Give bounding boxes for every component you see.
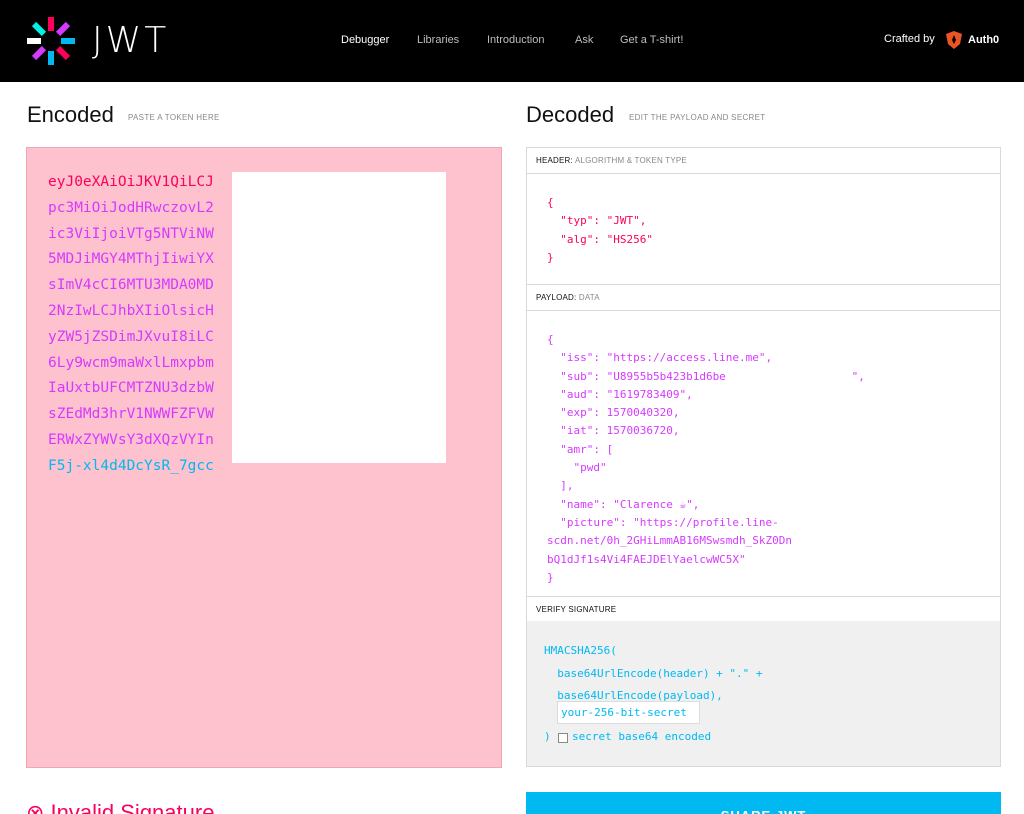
token-line: ERWxZYWVsY3dXQzVYIn: [48, 432, 214, 448]
code-line: ],: [547, 479, 574, 493]
decoded-title: Decoded: [526, 102, 615, 127]
token-line: 2NzIwLCJhbXIiOlsicH: [48, 303, 214, 319]
nav-item-debugger[interactable]: Debugger: [341, 34, 389, 46]
token-line: IaUxtbUFCMTZNU3dzbW: [48, 380, 214, 397]
code-line: scdn.net/0h_2GHiLmmAB16MSwsmdh_SkZ0Dn: [547, 534, 793, 548]
code-line: base64UrlEncode(header) + "." +: [544, 666, 763, 680]
header-label: HEADER:: [536, 156, 573, 165]
secret-input[interactable]: your-256-bit-secret: [557, 701, 700, 724]
code-line: "iss": "https://access.line.me",: [547, 351, 773, 365]
payload-label: PAYLOAD:: [536, 293, 577, 302]
code-line: HMACSHA256(: [544, 644, 617, 657]
payload-section-label: PAYLOAD: DATA: [527, 285, 1000, 311]
code-line: "amr": [: [547, 442, 614, 456]
code-line: "aud": "1619783409",: [547, 387, 693, 401]
nav-item-ask[interactable]: Ask: [575, 34, 593, 46]
code-line: bQ1dJf1s4Vi4FAEJDElYaelcwWC5X": [547, 552, 746, 566]
token-line: eyJ0eXAiOiJKV1QiLCJ: [48, 174, 214, 190]
code-line: "typ": "JWT",: [547, 214, 647, 228]
code-line: "pwd": [547, 461, 607, 475]
code-line: {: [547, 196, 554, 209]
redaction-block: [232, 172, 446, 463]
payload-json-editor[interactable]: { "iss": "https://access.line.me", "sub"…: [547, 331, 865, 587]
token-line: yZW5jZSDimJXvuI8iLC: [48, 328, 214, 345]
code-line: "alg": "HS256": [547, 232, 653, 246]
token-line: pc3MiOiJodHRwczovL2: [48, 199, 214, 216]
code-line: {: [547, 333, 554, 346]
code-line: }: [547, 570, 554, 584]
token-line: 6Ly9wcm9maWxlLmxpbm: [48, 354, 214, 371]
header-label-muted: ALGORITHM & TOKEN TYPE: [574, 156, 687, 165]
auth0-logo-icon[interactable]: [944, 30, 964, 50]
secret-base64-checkbox[interactable]: [558, 733, 568, 743]
auth0-brand-label[interactable]: Auth0: [968, 34, 999, 46]
logo-text: JWT: [92, 20, 170, 61]
code-line: "sub": "U8955b5b423b1d6be ",: [547, 369, 865, 383]
encoded-title: Encoded: [27, 102, 114, 127]
jwt-logo-icon[interactable]: [26, 16, 76, 66]
token-line: 5MDJiMGY4MThjIiwiYX: [48, 251, 214, 268]
nav-item-libraries[interactable]: Libraries: [417, 34, 459, 46]
crafted-by-label: Crafted by: [884, 33, 935, 45]
code-line: "name": "Clarence ☕",: [547, 497, 700, 511]
code-line: "iat": 1570036720,: [547, 424, 680, 438]
token-line: ic3ViIjoiVTg5NTViNW: [48, 225, 214, 242]
nav-item-tshirt[interactable]: Get a T-shirt!: [620, 34, 683, 46]
verify-section-label: VERIFY SIGNATURE: [536, 605, 617, 614]
nav-item-introduction[interactable]: Introduction: [487, 34, 544, 46]
header-json-editor[interactable]: { "typ": "JWT", "alg": "HS256"}: [547, 194, 653, 267]
token-line: F5j-xl4d4DcYsR_7gcc: [48, 457, 214, 474]
share-jwt-button[interactable]: SHARE JWT: [526, 792, 1001, 814]
secret-base64-label: secret base64 encoded: [572, 730, 712, 743]
verify-close-paren: ): [544, 730, 551, 743]
code-line: "picture": "https://profile.line-: [547, 515, 779, 529]
payload-label-muted: DATA: [578, 293, 600, 302]
header-section-label: HEADER: ALGORITHM & TOKEN TYPE: [527, 148, 1000, 174]
token-line: sZEdMd3hrV1NWWFZFVW: [48, 406, 214, 423]
decoded-subtitle: EDIT THE PAYLOAD AND SECRET: [629, 113, 766, 122]
verify-code: HMACSHA256( base64UrlEncode(header) + ".…: [544, 640, 763, 708]
invalid-signature-status: ⊗ Invalid Signature: [26, 800, 215, 814]
top-nav-bar: JWT Debugger Libraries Introduction Ask …: [0, 0, 1024, 82]
verify-signature-panel: VERIFY SIGNATURE: [526, 596, 1001, 622]
token-line: sImV4cCI6MTU3MDA0MD: [48, 277, 214, 294]
code-line: "exp": 1570040320,: [547, 406, 680, 420]
encoded-subtitle: PASTE A TOKEN HERE: [128, 113, 220, 122]
code-line: }: [547, 250, 554, 264]
